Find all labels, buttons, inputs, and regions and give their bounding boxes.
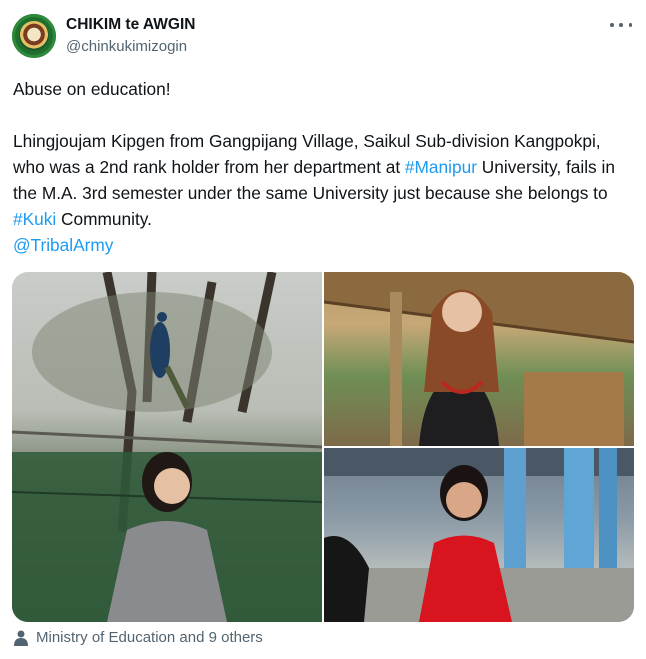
media-image-2[interactable] [324, 272, 634, 446]
avatar-logo [19, 21, 49, 51]
tweet-paragraph-2: Lhingjoujam Kipgen from Gangpijang Villa… [13, 128, 623, 232]
author-name[interactable]: CHIKIM te AWGIN [66, 16, 195, 34]
media-grid [12, 272, 634, 622]
author-handle[interactable]: @chinkukimizogin [66, 38, 187, 55]
tweet-line-1: Abuse on education! [13, 79, 171, 99]
media-image-1[interactable] [12, 272, 322, 622]
liked-by[interactable]: Ministry of Education and 9 others [14, 629, 263, 646]
more-options-icon[interactable] [610, 16, 632, 34]
person-icon [14, 630, 28, 646]
media-image-3[interactable] [324, 448, 634, 622]
tweet-text-part: Community. [56, 209, 152, 229]
hashtag-kuki[interactable]: #Kuki [13, 209, 56, 229]
mention-tribalarmy[interactable]: @TribalArmy [13, 235, 113, 255]
hashtag-manipur[interactable]: #Manipur [405, 157, 477, 177]
tweet-text: Abuse on education! Lhingjoujam Kipgen f… [13, 76, 623, 258]
avatar[interactable] [12, 14, 56, 58]
liked-by-text: Ministry of Education and 9 others [36, 629, 263, 646]
tweet: CHIKIM te AWGIN @chinkukimizogin Abuse o… [0, 0, 646, 659]
